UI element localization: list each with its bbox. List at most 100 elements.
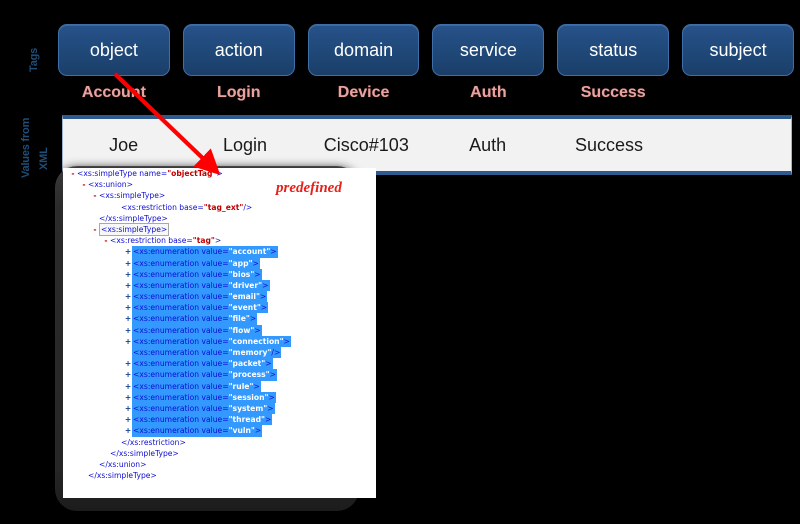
table-cell-2: Cisco#103 xyxy=(323,134,409,155)
expand-toggle-icon[interactable]: + xyxy=(124,403,132,414)
xml-token: "session" xyxy=(228,392,269,402)
expand-toggle-icon[interactable]: + xyxy=(124,291,132,302)
mapping-label-auth: Auth xyxy=(470,84,507,101)
tag-box-row: object action domain service status subject xyxy=(58,24,794,76)
expand-toggle-icon[interactable]: + xyxy=(124,336,132,347)
expand-toggle-icon[interactable]: + xyxy=(124,414,132,425)
table-cell-3: Auth xyxy=(469,134,507,155)
collapse-toggle-icon[interactable]: - xyxy=(69,168,77,179)
xml-token: "system" xyxy=(228,403,268,413)
expand-toggle-icon[interactable]: + xyxy=(124,258,132,269)
xml-line[interactable]: + <xs:enumeration value="email"> xyxy=(63,291,376,303)
mapping-label-empty xyxy=(682,80,794,106)
xml-line[interactable]: - <xs:restriction base="tag"> xyxy=(63,235,376,246)
expand-toggle-icon[interactable]: + xyxy=(124,358,132,369)
side-label-tags: Tags xyxy=(28,47,40,72)
collapse-toggle-icon[interactable]: - xyxy=(80,179,88,190)
xml-token: "bios" xyxy=(228,269,255,279)
xml-token: "email" xyxy=(228,292,260,302)
expand-toggle-icon[interactable]: + xyxy=(124,269,132,280)
xml-line-text: </xs:union> xyxy=(99,459,147,470)
xml-token: <xs:enumeration value= xyxy=(133,292,229,302)
xml-line[interactable]: - <xs:simpleType name="objectTag"> xyxy=(63,168,376,179)
xml-line-text: <xs:enumeration value="thread"> xyxy=(132,414,273,426)
xml-token: > xyxy=(262,280,269,290)
mapping-label-success: Success xyxy=(580,84,646,101)
xml-token: <xs:restriction base= xyxy=(121,202,204,212)
expand-toggle-icon[interactable]: + xyxy=(124,369,132,380)
xml-token: </xs:simpleType> xyxy=(99,213,168,223)
expand-toggle-icon[interactable]: + xyxy=(124,425,132,436)
expand-toggle-icon[interactable]: + xyxy=(124,325,132,336)
xml-token: <xs:simpleType name= xyxy=(77,169,168,178)
xml-token: "memory" xyxy=(228,348,272,357)
xml-line-text: <xs:enumeration value="bios"> xyxy=(132,268,262,280)
xml-line[interactable]: - <xs:simpleType> xyxy=(63,222,376,237)
xml-token: <xs:enumeration value= xyxy=(133,415,229,425)
xml-line[interactable]: + <xs:enumeration value="system"> xyxy=(63,402,376,415)
xml-line-text: <xs:enumeration value="flow"> xyxy=(132,324,262,336)
xml-line[interactable]: + <xs:enumeration value="vuln"> xyxy=(63,425,376,437)
xml-token: </xs:simpleType> xyxy=(88,471,157,481)
xml-line[interactable]: + <xs:enumeration value="event"> xyxy=(63,302,376,314)
tag-box-status[interactable]: status xyxy=(557,24,670,76)
side-label-xml: XML xyxy=(38,147,50,170)
xml-line[interactable]: <xs:restriction base="tag_ext"/> xyxy=(63,202,376,213)
xml-line[interactable]: </xs:simpleType> xyxy=(63,448,376,459)
xml-token: > xyxy=(259,292,267,302)
xml-line[interactable]: + <xs:enumeration value="account"> xyxy=(63,246,376,258)
xml-line-text: </xs:simpleType> xyxy=(88,470,157,481)
xml-line[interactable]: + <xs:enumeration value="session"> xyxy=(63,391,376,403)
expand-toggle-icon[interactable]: + xyxy=(124,381,132,392)
xml-token: <xs:enumeration value= xyxy=(133,269,229,279)
xml-line[interactable]: + <xs:enumeration value="process"> xyxy=(63,369,376,381)
xml-token: <xs:enumeration value= xyxy=(133,258,229,268)
expand-toggle-icon[interactable]: + xyxy=(124,313,132,324)
xml-token: "thread" xyxy=(228,415,265,425)
xml-line[interactable]: + <xs:enumeration value="driver"> xyxy=(63,279,376,292)
mapping-label-device: Device xyxy=(337,84,390,101)
table-cell-4: Success xyxy=(574,134,643,155)
xml-token: /> xyxy=(243,202,253,212)
expand-toggle-icon[interactable]: + xyxy=(124,392,132,403)
xml-line[interactable]: + <xs:enumeration value="packet"> xyxy=(63,358,376,370)
xml-line-text: <xs:enumeration value="vuln"> xyxy=(132,425,263,437)
expand-toggle-icon[interactable]: + xyxy=(124,302,132,313)
table-cell-1: Login xyxy=(222,134,268,155)
xml-token: > xyxy=(254,269,261,279)
xml-line[interactable]: + <xs:enumeration value="thread"> xyxy=(63,414,376,426)
tag-box-object[interactable]: object xyxy=(58,24,170,76)
xml-line[interactable]: <xs:enumeration value="memory"/> xyxy=(63,347,376,359)
collapse-toggle-icon[interactable]: - xyxy=(91,224,99,235)
xml-token: <xs:enumeration value= xyxy=(133,280,229,290)
toggle-spacer-icon xyxy=(113,437,121,448)
xml-line[interactable]: + <xs:enumeration value="connection"> xyxy=(63,335,376,348)
xml-line[interactable]: + <xs:enumeration value="flow"> xyxy=(63,324,376,336)
xml-token: > xyxy=(253,381,260,391)
xml-token: "event" xyxy=(228,303,261,313)
expand-toggle-icon[interactable]: + xyxy=(124,280,132,291)
xml-line-text: <xs:enumeration value="driver"> xyxy=(132,279,270,292)
expand-toggle-icon[interactable]: + xyxy=(124,246,132,257)
xml-line[interactable]: + <xs:enumeration value="app"> xyxy=(63,257,376,269)
tag-box-action[interactable]: action xyxy=(182,24,295,76)
xml-line[interactable]: + <xs:enumeration value="file"> xyxy=(63,313,376,325)
xml-token: > xyxy=(214,236,222,246)
xml-line-text: <xs:enumeration value="account"> xyxy=(132,246,278,258)
tag-box-service[interactable]: service xyxy=(432,24,545,76)
xml-line[interactable]: </xs:simpleType> xyxy=(63,470,376,481)
xml-token: > xyxy=(265,415,272,425)
xml-line-text: <xs:enumeration value="email"> xyxy=(132,291,268,303)
collapse-toggle-icon[interactable]: - xyxy=(91,190,99,201)
xml-line[interactable]: </xs:restriction> xyxy=(63,437,376,448)
mapping-label-row: Account Login Device Auth Success xyxy=(58,80,794,106)
tag-box-subject[interactable]: subject xyxy=(682,24,794,76)
xml-line[interactable]: + <xs:enumeration value="rule"> xyxy=(63,380,376,392)
xml-token: <xs:simpleType> xyxy=(99,191,166,201)
xml-line[interactable]: </xs:union> xyxy=(63,459,376,470)
xml-token: "rule" xyxy=(228,381,254,391)
tag-box-domain[interactable]: domain xyxy=(307,24,420,76)
collapse-toggle-icon[interactable]: - xyxy=(102,235,110,246)
xml-line[interactable]: + <xs:enumeration value="bios"> xyxy=(63,268,376,280)
xml-schema-panel[interactable]: - <xs:simpleType name="objectTag"> - <xs:un… xyxy=(63,168,376,498)
